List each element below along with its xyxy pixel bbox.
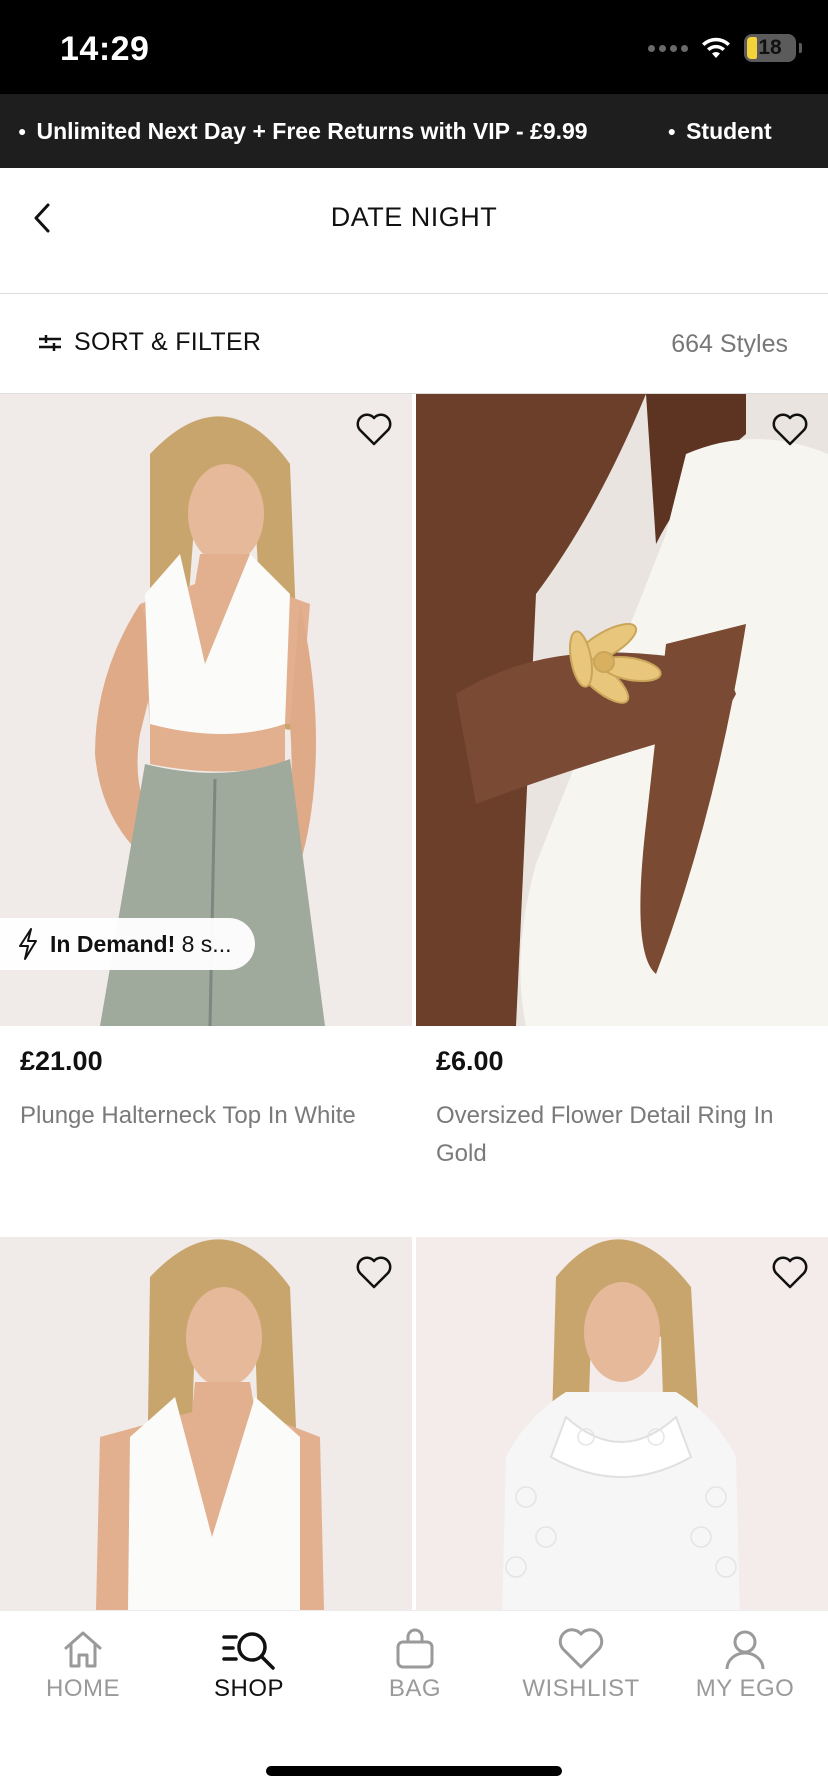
badge-title: In Demand! [50,930,176,957]
cellular-signal-icon [648,44,688,52]
filter-sliders-icon [39,334,61,351]
shop-search-icon [222,1632,275,1670]
nav-bag-label: BAG [388,1675,442,1702]
wifi-icon [702,37,730,58]
nav-my-ego-label: MY EGO [695,1675,795,1702]
battery-level: 18 [758,36,782,59]
badge-text: 8 s... [181,930,232,957]
wishlist-button[interactable] [768,408,812,452]
promo-item[interactable]: Unlimited Next Day + Free Returns with V… [18,118,587,145]
promo-banner[interactable]: Unlimited Next Day + Free Returns with V… [0,94,828,168]
page-title: DATE NIGHT [330,202,498,232]
product-image[interactable]: In Demand! 8 s... [0,394,412,1026]
heart-icon [772,413,808,446]
product-price: £6.00 [436,1046,504,1076]
style-count: 664 Styles [671,330,788,358]
wishlist-button[interactable] [768,1251,812,1295]
battery-icon: 18 [744,34,802,62]
product-image[interactable] [416,394,828,1026]
status-time: 14:29 [60,30,150,68]
heart-icon [356,1256,392,1289]
product-name[interactable]: Oversized Flower Detail Ring In Gold [436,1097,808,1173]
nav-home-label: HOME [46,1675,120,1702]
sort-filter-button[interactable]: SORT & FILTER [38,328,261,357]
nav-wishlist-label: WISHLIST [522,1675,640,1702]
wishlist-button[interactable] [352,408,396,452]
nav-shop[interactable]: SHOP [166,1627,332,1703]
heart-icon [558,1628,604,1669]
user-icon [725,1630,765,1670]
status-icons: 18 [648,34,802,62]
product-info[interactable]: £21.00 Plunge Halterneck Top In White [0,1026,412,1135]
sort-filter-label: SORT & FILTER [74,328,262,356]
product-info[interactable]: £6.00 Oversized Flower Detail Ring In Go… [416,1026,828,1173]
heart-icon [356,413,392,446]
home-icon [64,1631,102,1668]
wishlist-button[interactable] [352,1251,396,1295]
status-bar: 14:29 18 [0,0,828,94]
in-demand-badge: In Demand! 8 s... [0,918,256,970]
nav-my-ego[interactable]: MY EGO [662,1627,828,1703]
nav-wishlist[interactable]: WISHLIST [498,1627,664,1703]
nav-home[interactable]: HOME [0,1627,166,1703]
heart-icon [772,1256,808,1289]
product-price: £21.00 [20,1046,103,1076]
bag-icon [396,1628,434,1669]
promo-item[interactable]: Student [668,118,772,145]
product-card[interactable]: In Demand! 8 s... £21.00 Plunge Halterne… [0,394,412,1135]
product-card[interactable]: £6.00 Oversized Flower Detail Ring In Go… [416,394,828,1173]
nav-shop-label: SHOP [213,1675,284,1702]
product-name[interactable]: Plunge Halterneck Top In White [20,1097,392,1135]
bottom-nav: HOME SHOP BAG WISHLIST MY EGO [0,1610,828,1792]
page-header: DATE NIGHT [0,168,828,294]
lightning-icon [19,928,37,960]
filter-bar: SORT & FILTER 664 Styles [0,294,828,394]
nav-bag[interactable]: BAG [332,1627,498,1703]
product-photo-flower-ring [416,394,828,1026]
home-indicator [266,1766,562,1776]
